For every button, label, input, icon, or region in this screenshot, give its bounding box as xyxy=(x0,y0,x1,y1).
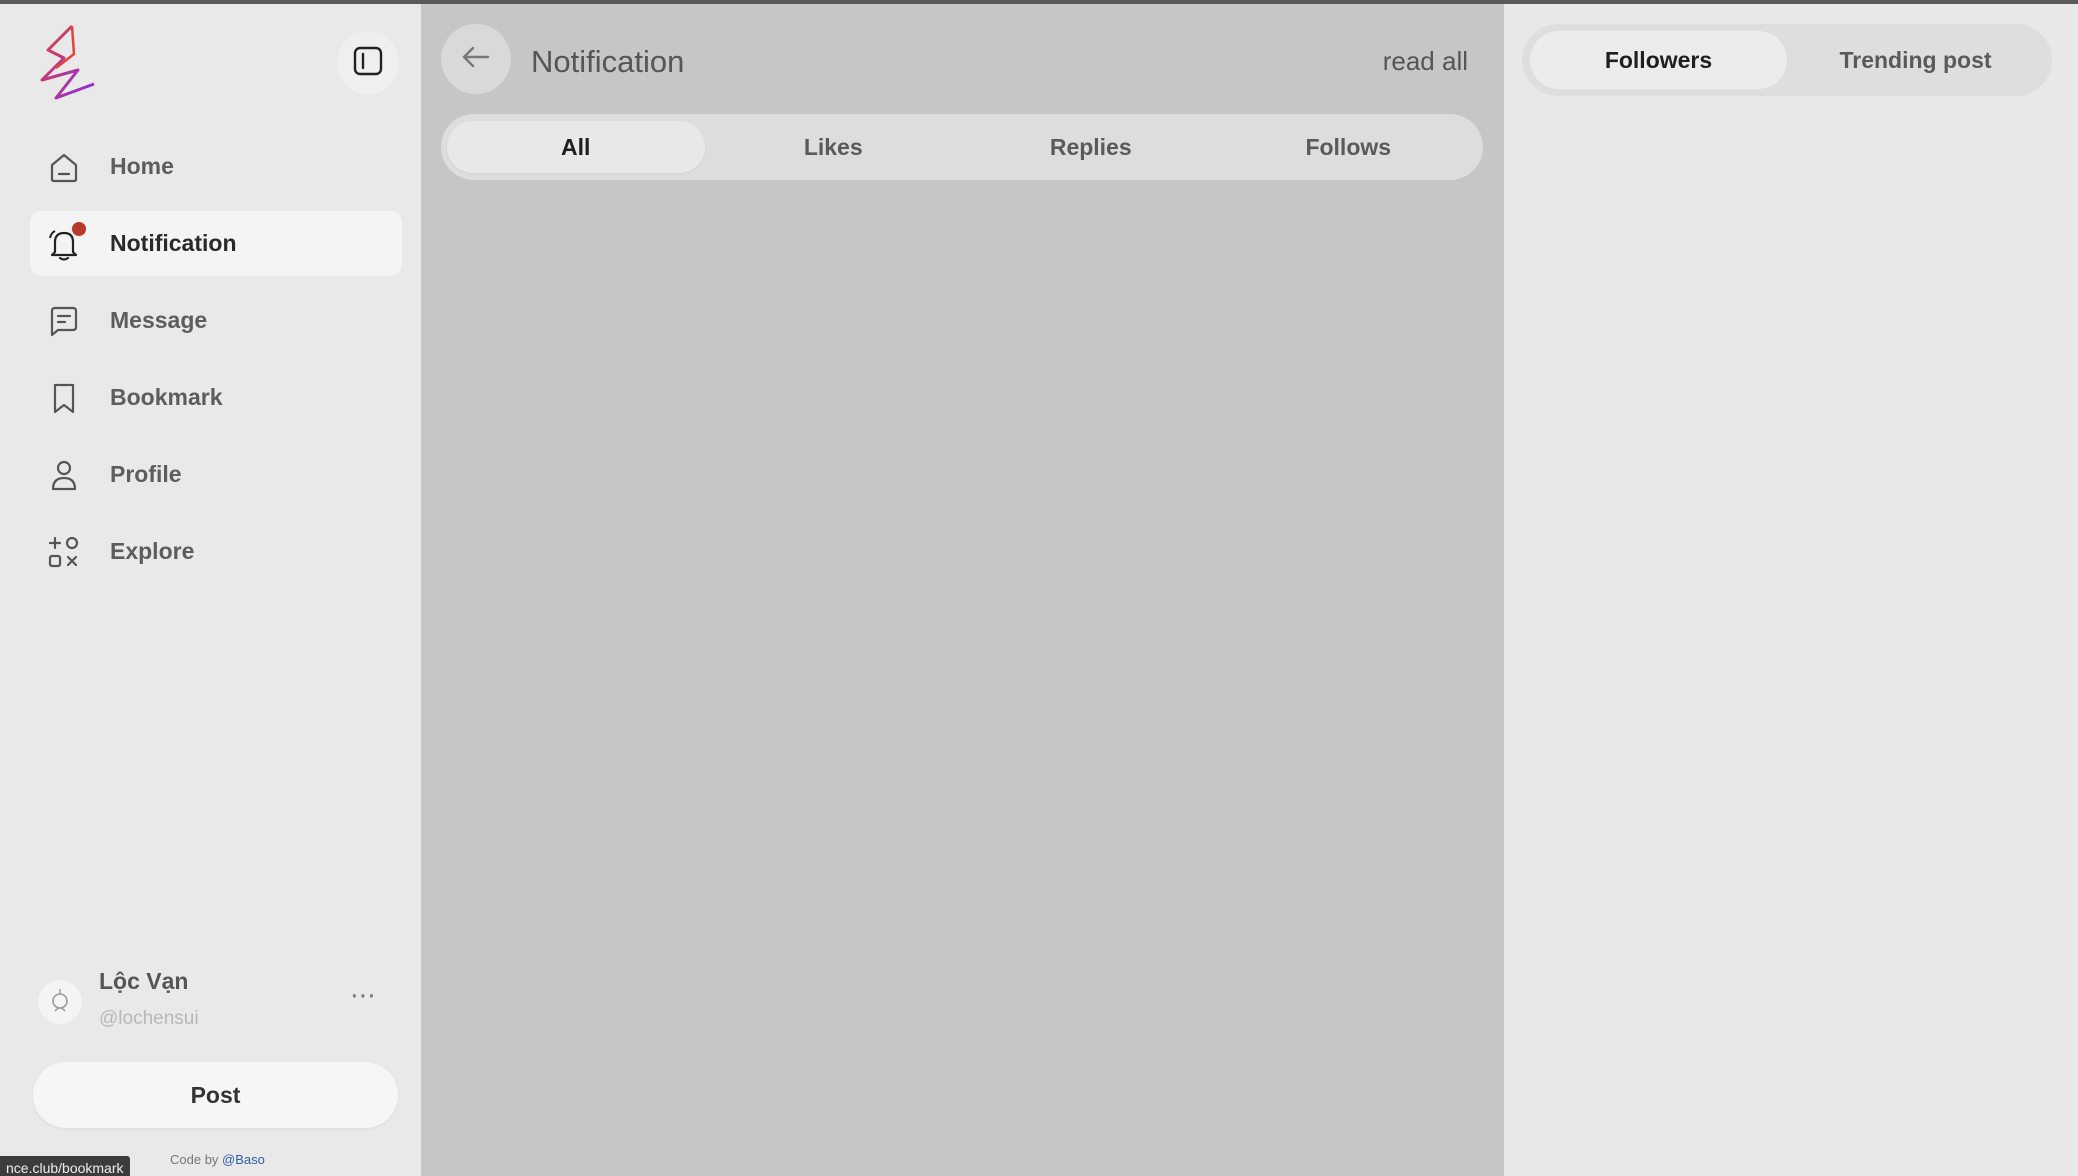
home-icon xyxy=(46,149,82,185)
post-button[interactable]: Post xyxy=(33,1062,398,1128)
page-title: Notification xyxy=(531,44,685,79)
user-handle: @lochensui xyxy=(99,1008,199,1029)
read-all-button[interactable]: read all xyxy=(1383,46,1468,77)
tab-likes[interactable]: Likes xyxy=(705,121,963,173)
avatar[interactable] xyxy=(38,980,82,1024)
sidebar-toggle-button[interactable] xyxy=(337,32,399,94)
bell-icon xyxy=(46,221,86,262)
user-icon xyxy=(46,457,82,493)
user-name: Lộc Vạn xyxy=(99,968,189,994)
app-logo[interactable] xyxy=(34,24,98,104)
credit-prefix: Code by xyxy=(170,1152,223,1167)
notification-badge xyxy=(72,221,86,236)
credit-text: Code by @Baso xyxy=(170,1152,265,1167)
sidebar-item-label: Message xyxy=(110,307,208,333)
tab-all[interactable]: All xyxy=(447,121,705,173)
sidebar-item-explore[interactable]: Explore xyxy=(30,519,402,584)
tab-trending-post[interactable]: Trending post xyxy=(1787,31,2044,89)
sidebar-nav: Home Notification Message Bookmark Profi… xyxy=(30,134,402,596)
sidebar-item-home[interactable]: Home xyxy=(30,134,402,199)
status-bar-url: nce.club/bookmark xyxy=(0,1156,130,1176)
sidebar-item-label: Home xyxy=(110,153,174,179)
sidebar-item-profile[interactable]: Profile xyxy=(30,442,402,507)
sidebar-item-notification[interactable]: Notification xyxy=(30,211,402,276)
credit-link[interactable]: @Baso xyxy=(222,1152,265,1167)
explore-icon xyxy=(46,534,82,570)
arrow-left-icon xyxy=(459,40,493,79)
notification-tabs: All Likes Replies Follows xyxy=(441,114,1483,180)
tab-followers[interactable]: Followers xyxy=(1530,31,1787,89)
tab-replies[interactable]: Replies xyxy=(962,121,1220,173)
sidebar-item-label: Notification xyxy=(110,230,237,256)
user-card[interactable]: Lộc Vạn @lochensui ⋯ xyxy=(38,964,398,1044)
sidebar: Home Notification Message Bookmark Profi… xyxy=(0,4,421,1176)
sidebar-item-label: Explore xyxy=(110,538,195,564)
message-icon xyxy=(46,303,82,339)
sidebar-item-label: Profile xyxy=(110,461,182,487)
sidebar-toggle-icon xyxy=(352,45,384,82)
right-panel-tabs: Followers Trending post xyxy=(1522,24,2052,96)
back-button[interactable] xyxy=(441,24,511,94)
more-options-button[interactable]: ⋯ xyxy=(350,982,390,1008)
sidebar-item-bookmark[interactable]: Bookmark xyxy=(30,365,402,430)
bookmark-icon xyxy=(46,380,82,416)
tab-follows[interactable]: Follows xyxy=(1220,121,1478,173)
sidebar-item-label: Bookmark xyxy=(110,384,223,410)
main-panel: Notification read all All Likes Replies … xyxy=(421,4,1504,1176)
sidebar-item-message[interactable]: Message xyxy=(30,288,402,353)
right-panel: Followers Trending post xyxy=(1504,4,2078,1176)
